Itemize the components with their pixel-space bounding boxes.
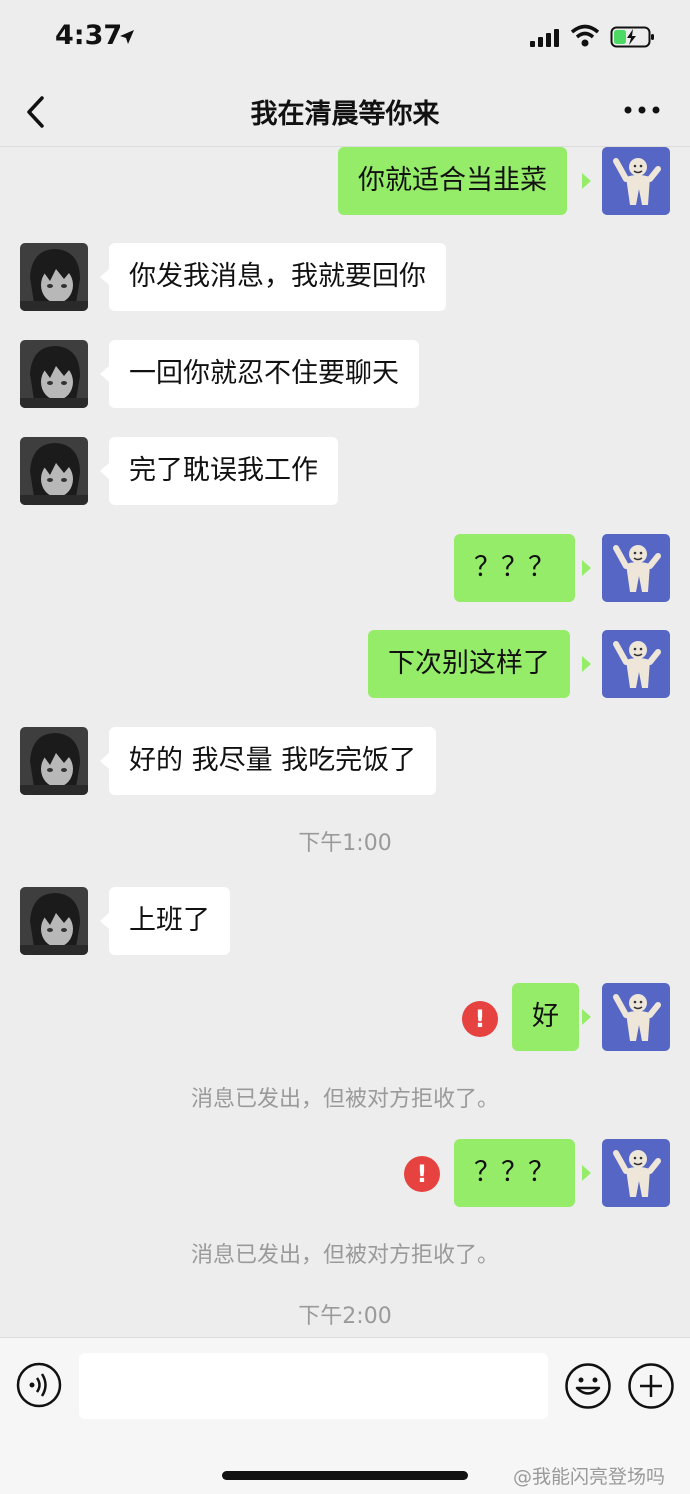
location-arrow-icon [120,30,134,44]
incoming-message-bubble[interactable]: 好的 我尽量 我吃完饭了 [109,727,437,795]
bubble-tail [100,753,109,769]
battery-charging-icon [610,26,654,48]
cellular-signal-icon [530,29,559,47]
bubble-tail [582,173,591,189]
outgoing-message-bubble[interactable]: ？？？ [454,534,575,602]
more-dots-icon[interactable] [622,98,662,122]
send-failed-icon[interactable]: ! [404,1156,440,1192]
incoming-message-bubble[interactable]: 上班了 [109,887,230,955]
message-list[interactable]: 你就适合当韭菜 你发我消息，我就要回你 一回你就忍不住要聊天 完了耽误我工作 ？… [0,147,690,1337]
outgoing-message-bubble[interactable]: 你就适合当韭菜 [338,147,567,215]
outgoing-message-bubble[interactable]: 下次别这样了 [368,630,570,698]
contact-avatar[interactable] [20,887,88,955]
message-timestamp: 下午1:00 [298,831,392,856]
my-avatar[interactable] [602,1139,670,1207]
my-avatar[interactable] [602,147,670,215]
contact-avatar[interactable] [20,437,88,505]
rejected-notice: 消息已发出，但被对方拒收了。 [190,1243,499,1268]
contact-avatar[interactable] [20,340,88,408]
incoming-message-bubble[interactable]: 完了耽误我工作 [109,437,338,505]
my-avatar[interactable] [602,534,670,602]
incoming-message-bubble[interactable]: 一回你就忍不住要聊天 [109,340,419,408]
outgoing-message-bubble[interactable]: ？？？ [454,1139,575,1207]
message-timestamp: 下午2:00 [298,1304,392,1329]
voice-input-icon[interactable] [16,1362,62,1408]
send-failed-icon[interactable]: ! [462,1001,498,1037]
bubble-tail [100,366,109,382]
message-input[interactable] [79,1353,548,1419]
plus-icon[interactable] [627,1362,675,1410]
bubble-tail [582,656,591,672]
contact-avatar[interactable] [20,243,88,311]
bubble-tail [100,269,109,285]
outgoing-message-bubble[interactable]: 好 [512,983,579,1051]
status-time: 4:37 [55,20,123,51]
input-bar: @我能闪亮登场吗 [0,1337,690,1494]
bubble-tail [100,913,109,929]
watermark: @我能闪亮登场吗 [513,1466,666,1488]
chat-header: 我在清晨等你来 [0,78,690,147]
home-indicator[interactable] [222,1471,468,1480]
bubble-tail [582,1165,591,1181]
bubble-tail [100,463,109,479]
incoming-message-bubble[interactable]: 你发我消息，我就要回你 [109,243,446,311]
my-avatar[interactable] [602,630,670,698]
bubble-tail [582,560,591,576]
bubble-tail [582,1009,591,1025]
my-avatar[interactable] [602,983,670,1051]
emoji-icon[interactable] [564,1362,612,1410]
wifi-icon [570,24,600,47]
rejected-notice: 消息已发出，但被对方拒收了。 [190,1087,499,1112]
chat-title: 我在清晨等你来 [250,99,440,130]
status-bar: 4:37 [0,0,690,78]
contact-avatar[interactable] [20,727,88,795]
